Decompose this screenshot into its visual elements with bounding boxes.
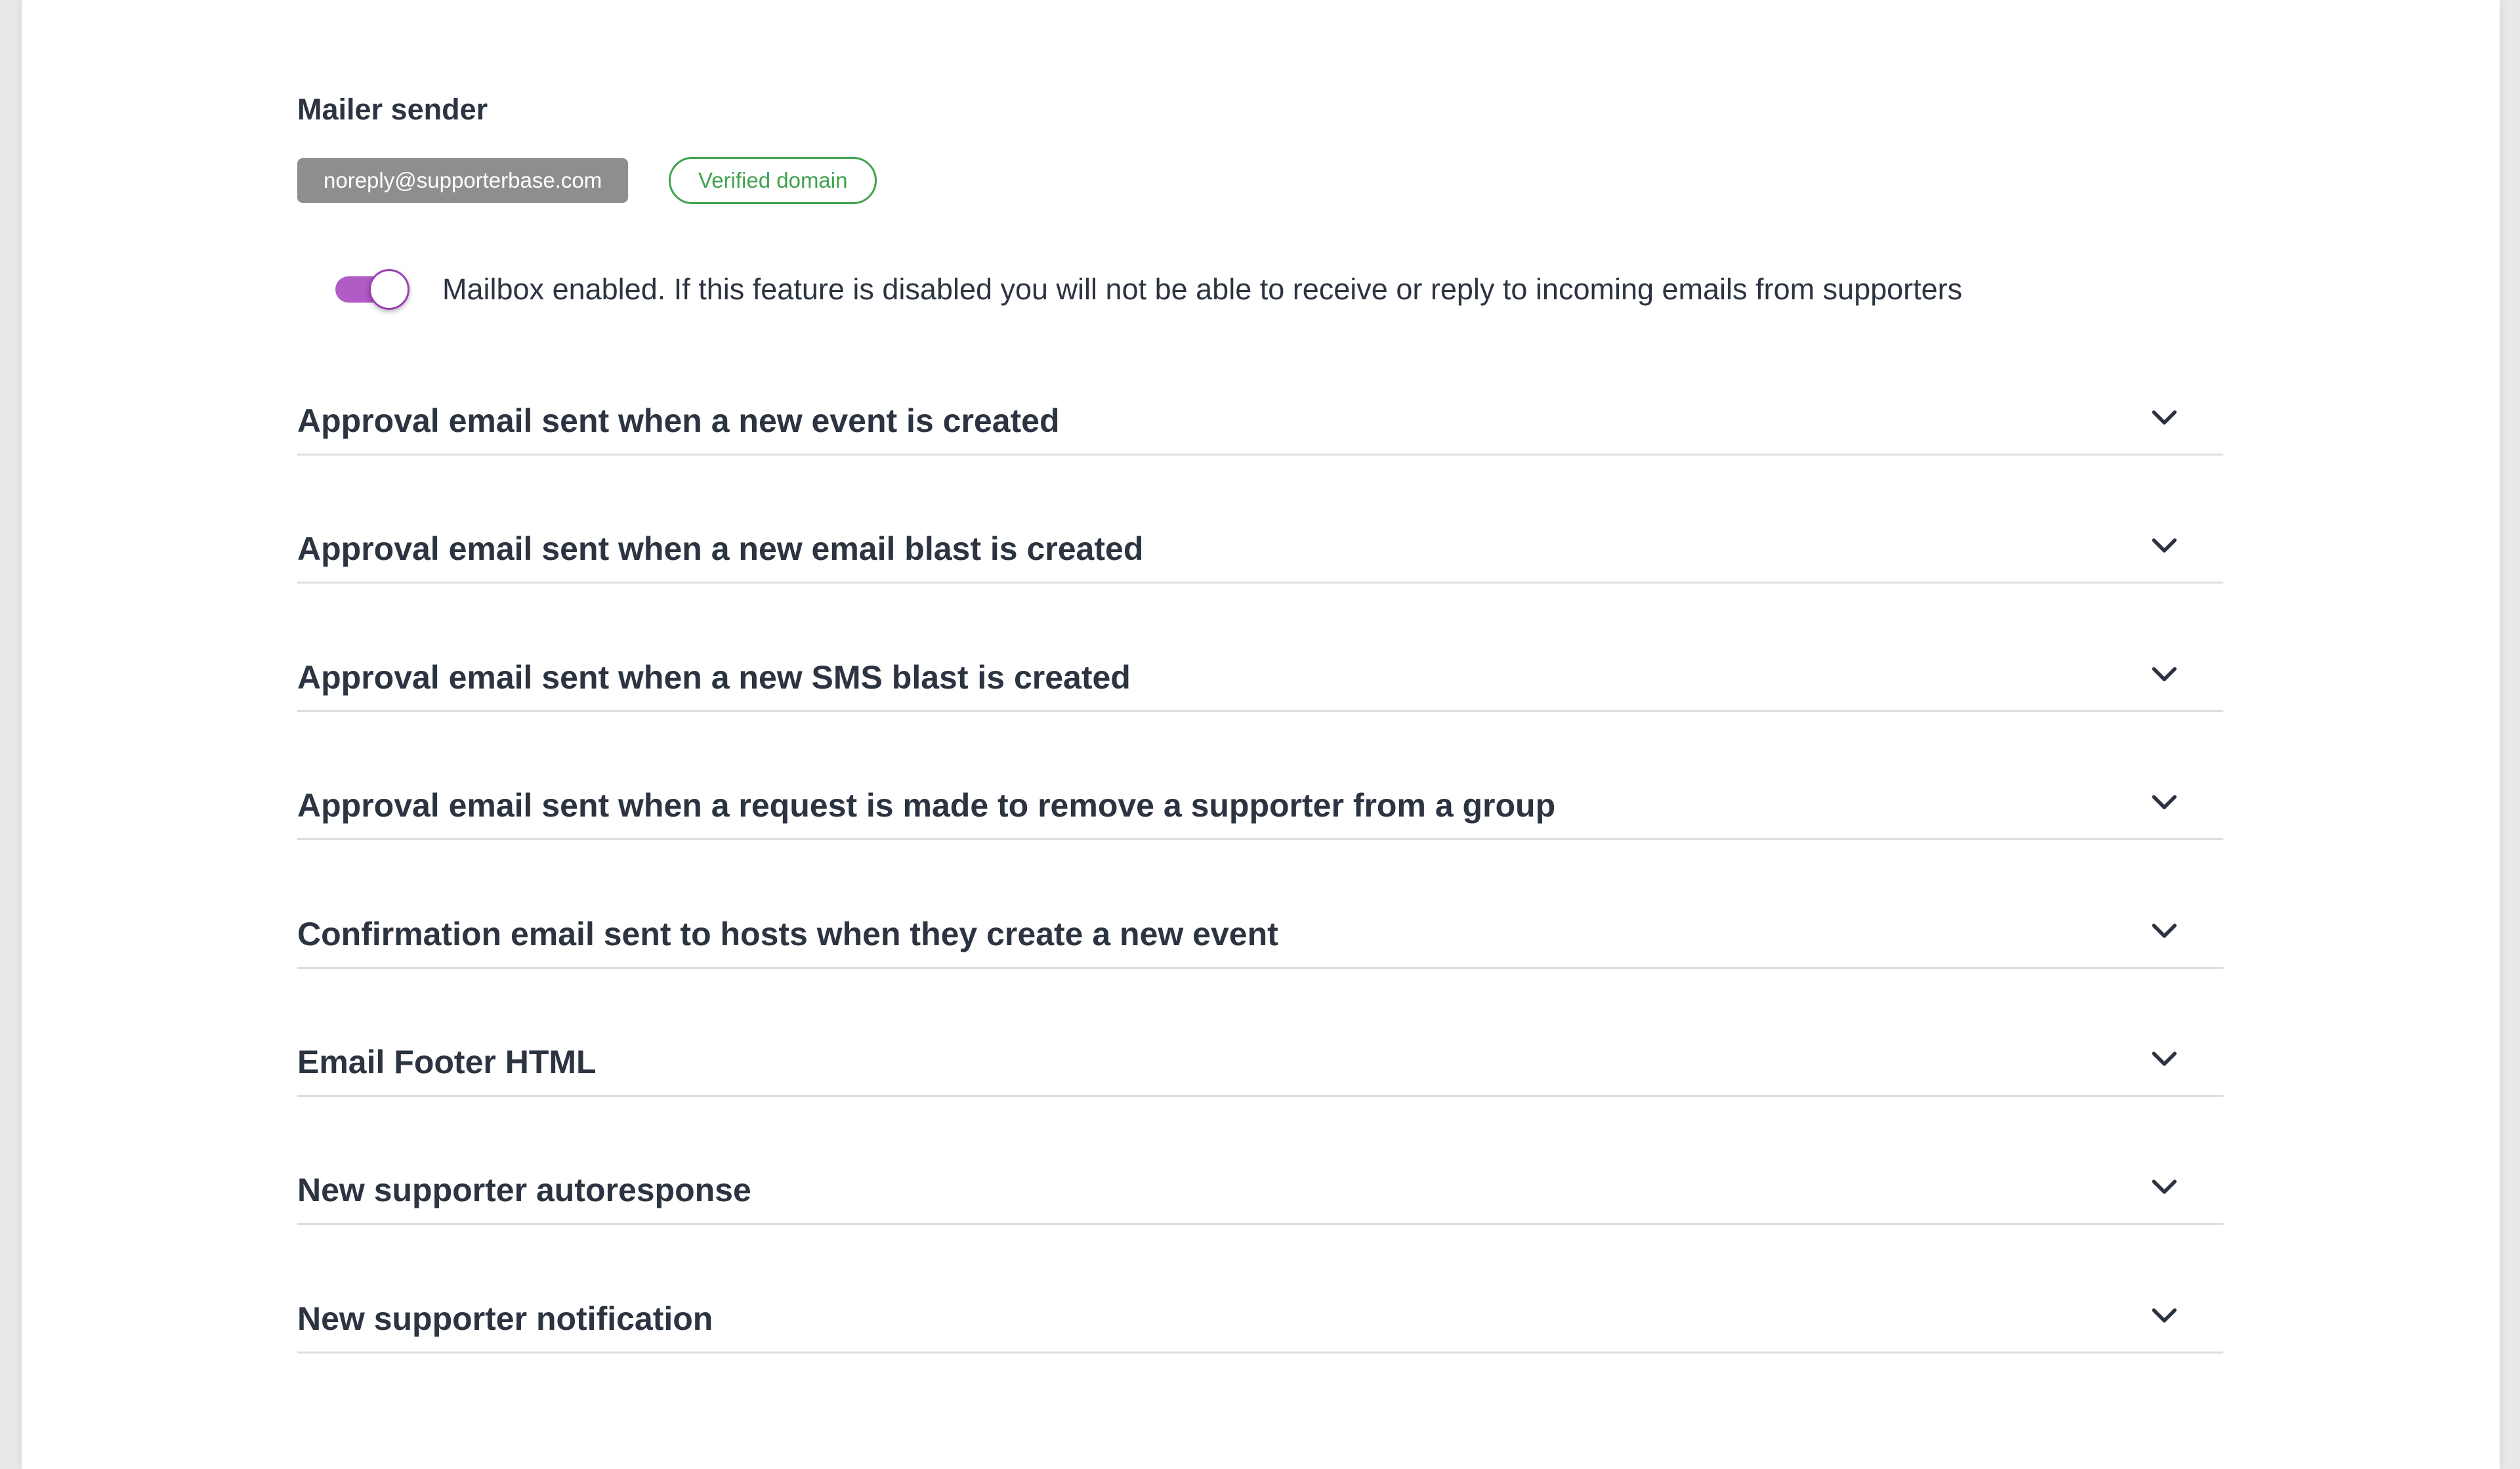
accordion-item-email-footer-html[interactable]: Email Footer HTML [297,1023,2223,1097]
sender-email-chip: noreply@supporterbase.com [297,158,629,203]
accordion-item-title: Approval email sent when a new event is … [297,402,1060,439]
accordion-item-title: Approval email sent when a new email bla… [297,530,1144,567]
mailbox-enabled-label: Mailbox enabled. If this feature is disa… [442,272,1963,306]
accordion-item-host-event-confirmation[interactable]: Confirmation email sent to hosts when th… [297,895,2223,969]
accordion-item-title: Confirmation email sent to hosts when th… [297,916,1278,952]
chevron-down-icon[interactable] [2150,916,2179,945]
chevron-down-icon[interactable] [2150,660,2179,689]
accordion-item-title: Approval email sent when a new SMS blast… [297,659,1131,696]
toggle-knob [369,269,410,310]
accordion-item-title: Approval email sent when a request is ma… [297,787,1556,824]
accordion-item-sms-blast-approval[interactable]: Approval email sent when a new SMS blast… [297,639,2223,712]
mailer-sender-title: Mailer sender [297,93,488,126]
accordion-item-title: New supporter notification [297,1300,713,1337]
accordion-item-title: Email Footer HTML [297,1044,597,1080]
accordion-item-email-blast-approval[interactable]: Approval email sent when a new email bla… [297,510,2223,584]
mailbox-enabled-toggle[interactable] [335,268,410,311]
settings-panel: Mailer sender noreply@supporterbase.com … [22,0,2500,1469]
chevron-down-icon[interactable] [2150,403,2179,432]
chevron-down-icon[interactable] [2150,788,2179,817]
accordion-item-new-supporter-autoresponse[interactable]: New supporter autoresponse [297,1151,2223,1225]
chevron-down-icon[interactable] [2150,1301,2179,1330]
chevron-down-icon[interactable] [2150,1172,2179,1201]
verified-domain-badge: Verified domain [669,157,877,204]
chevron-down-icon[interactable] [2150,1044,2179,1073]
chevron-down-icon[interactable] [2150,531,2179,560]
accordion-item-remove-supporter-approval[interactable]: Approval email sent when a request is ma… [297,767,2223,840]
accordion-item-new-supporter-notification[interactable]: New supporter notification [297,1280,2223,1353]
accordion-item-title: New supporter autoresponse [297,1172,751,1208]
accordion-item-new-event-approval[interactable]: Approval email sent when a new event is … [297,382,2223,456]
